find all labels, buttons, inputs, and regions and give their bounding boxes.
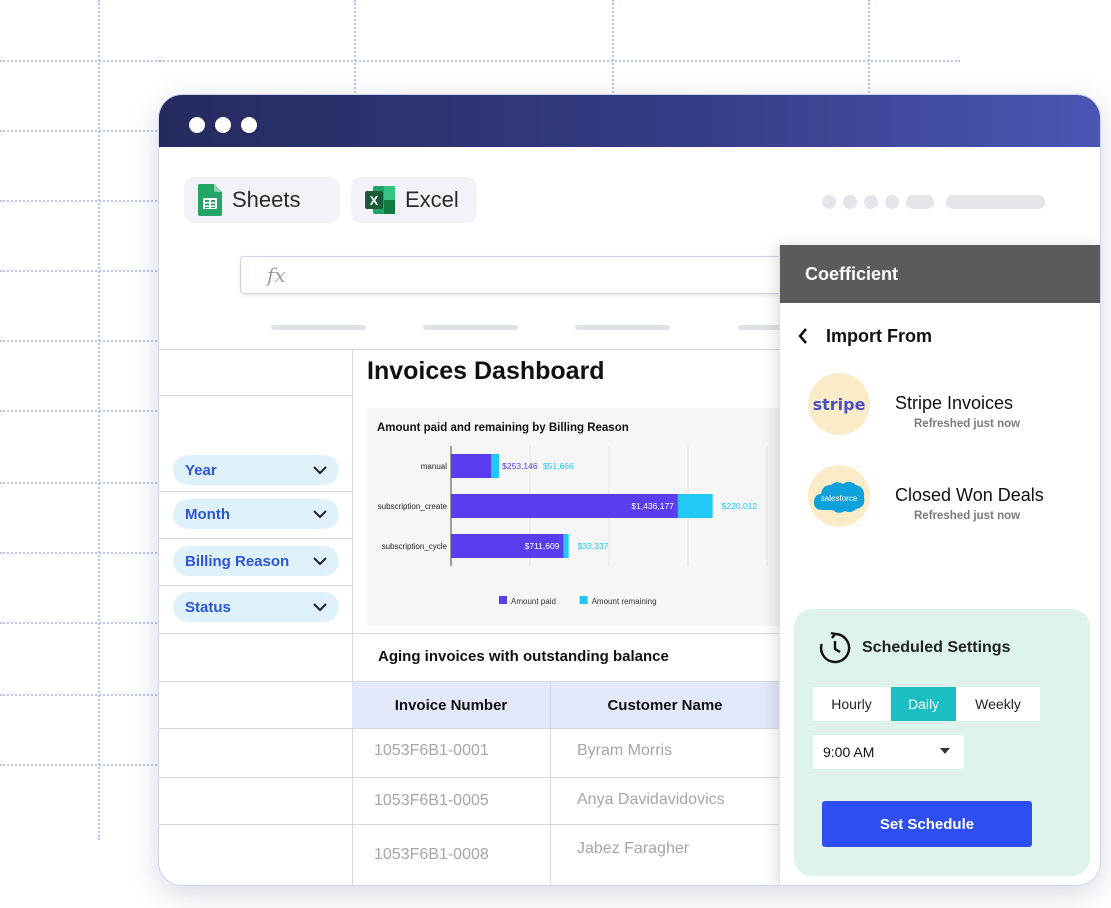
set-schedule-button[interactable]: Set Schedule	[822, 801, 1032, 847]
time-select[interactable]: 9:00 AM	[813, 735, 964, 769]
billing-reason-chart: Amount paid and remaining by Billing Rea…	[367, 408, 779, 626]
chart-data-label-remaining: $51,666	[543, 461, 574, 471]
source-status: Refreshed just now	[914, 418, 1021, 430]
dashboard-title: Invoices Dashboard	[367, 357, 605, 385]
source-name: Stripe Invoices	[895, 393, 1014, 413]
formula-bar[interactable]: fx	[240, 256, 800, 294]
column-header-invoice-number[interactable]: Invoice Number	[352, 682, 550, 728]
chevron-down-icon	[313, 506, 327, 523]
chart-svg: Amount paid and remaining by Billing Rea…	[377, 422, 768, 606]
filter-year[interactable]: Year	[173, 455, 339, 485]
svg-text:X: X	[370, 193, 379, 208]
chart-bar-amount-remaining	[563, 534, 569, 558]
chart-legend-swatch	[499, 596, 507, 604]
chart-data-label-remaining: $33,337	[578, 541, 609, 551]
clock-refresh-icon	[818, 631, 852, 670]
chart-category-label: manual	[421, 462, 447, 471]
filter-label: Billing Reason	[185, 552, 290, 570]
filter-label: Status	[185, 598, 231, 616]
sheets-tab[interactable]: Sheets	[184, 177, 340, 223]
filter-billing-reason[interactable]: Billing Reason	[173, 546, 339, 576]
source-status: Refreshed just now	[914, 510, 1021, 522]
cell-customer-name[interactable]: Jabez Faragher	[577, 840, 689, 858]
filter-status[interactable]: Status	[173, 592, 339, 622]
excel-icon: X	[365, 186, 395, 214]
panel-header: Coefficient	[780, 245, 1100, 303]
window-titlebar	[159, 95, 1100, 147]
window-dot-3[interactable]	[241, 117, 257, 133]
chart-bar-amount-remaining	[677, 494, 713, 518]
aging-table-title: Aging invoices with outstanding balance	[378, 648, 669, 665]
chart-category-label: subscription_cycle	[382, 542, 448, 551]
cell-invoice-number[interactable]: 1053F6B1-0008	[374, 846, 489, 864]
caret-down-icon	[940, 748, 950, 754]
chart-bar-amount-paid	[451, 454, 491, 478]
chart-category-label: subscription_create	[378, 502, 448, 511]
chart-data-label-paid: $711,609	[525, 541, 560, 551]
sheets-tab-label: Sheets	[232, 187, 301, 212]
back-chevron-icon[interactable]	[798, 327, 808, 350]
chevron-down-icon	[313, 462, 327, 479]
time-value: 9:00 AM	[823, 744, 875, 760]
frequency-weekly[interactable]: Weekly	[956, 687, 1040, 721]
chart-legend-label: Amount paid	[511, 597, 556, 606]
column-header-customer-name[interactable]: Customer Name	[551, 682, 779, 728]
chart-legend-label: Amount remaining	[592, 597, 657, 606]
frequency-daily[interactable]: Daily	[891, 687, 956, 721]
source-name: Closed Won Deals	[895, 485, 1044, 505]
salesforce-logo: salesforce	[808, 465, 870, 527]
stripe-logo: stripe	[808, 373, 870, 435]
fx-icon: fx	[267, 263, 286, 287]
excel-tab-label: Excel	[405, 187, 459, 212]
scheduled-settings-card: Scheduled Settings Hourly Daily Weekly 9…	[794, 609, 1090, 876]
cell-customer-name[interactable]: Byram Morris	[577, 742, 672, 760]
filter-month[interactable]: Month	[173, 499, 339, 529]
filter-label: Month	[185, 505, 230, 523]
cell-invoice-number[interactable]: 1053F6B1-0005	[374, 792, 489, 810]
svg-text:salesforce: salesforce	[821, 494, 858, 503]
scheduled-settings-title: Scheduled Settings	[862, 639, 1011, 656]
panel-title: Coefficient	[805, 263, 899, 284]
chart-bar-amount-remaining	[490, 454, 500, 478]
google-sheets-icon	[198, 184, 222, 216]
chart-data-label-paid: $1,436,177	[631, 501, 674, 511]
filter-label: Year	[185, 461, 217, 479]
excel-tab[interactable]: X Excel	[351, 177, 477, 223]
chart-legend-swatch	[579, 596, 588, 604]
chevron-down-icon	[313, 599, 327, 616]
frequency-hourly[interactable]: Hourly	[813, 687, 890, 721]
chart-data-label-remaining: $220,012	[722, 501, 758, 511]
chart-data-label-paid: $253,146	[502, 461, 538, 471]
window-dot-1[interactable]	[189, 117, 205, 133]
cell-invoice-number[interactable]: 1053F6B1-0001	[374, 742, 489, 760]
app-window: Sheets X Excel fx Invoices Dashboard Yea…	[158, 94, 1101, 886]
import-from-title: Import From	[826, 326, 932, 346]
window-dot-2[interactable]	[215, 117, 231, 133]
cell-customer-name[interactable]: Anya Davidavidovics	[577, 791, 725, 809]
coefficient-panel: Coefficient Import From stripe Stripe In…	[779, 245, 1100, 885]
chevron-down-icon	[313, 553, 327, 570]
chart-title: Amount paid and remaining by Billing Rea…	[377, 422, 629, 434]
